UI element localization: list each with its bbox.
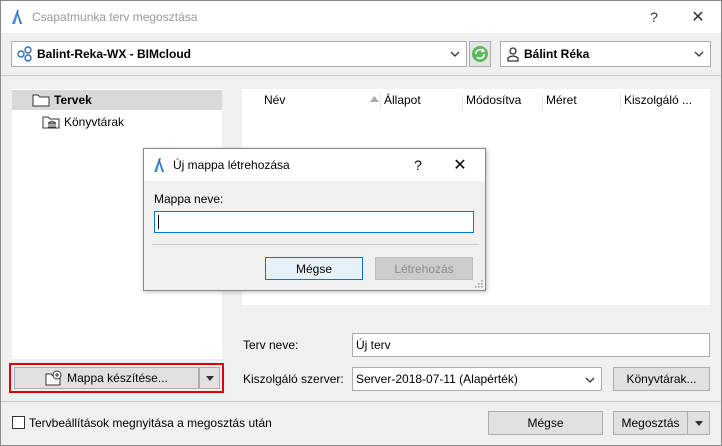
server-combo[interactable]: Balint-Reka-WX - BIMcloud — [11, 41, 467, 67]
project-name-label: Terv neve: — [243, 338, 299, 352]
chevron-down-icon — [585, 377, 595, 383]
libraries-button[interactable]: Könyvtárak... — [613, 367, 710, 391]
dialog-title: Új mappa létrehozása — [173, 158, 290, 172]
cancel-button[interactable]: Mégse — [488, 411, 603, 435]
column-separator — [620, 93, 621, 109]
folder-name-input[interactable] — [154, 211, 474, 233]
tree-item-label: Könyvtárak — [64, 115, 125, 129]
create-folder-label: Mappa készítése... — [67, 371, 168, 385]
column-separator — [380, 93, 381, 109]
host-server-combo[interactable]: Server-2018-07-11 (Alapérték) — [352, 367, 602, 391]
create-folder-highlight: Mappa készítése... — [9, 363, 224, 393]
column-separator — [462, 93, 463, 109]
chevron-down-icon — [694, 51, 704, 57]
text-cursor — [158, 215, 159, 229]
help-button[interactable]: ? — [633, 4, 675, 30]
folder-icon — [32, 93, 50, 107]
column-header-size[interactable]: Méret — [546, 93, 577, 107]
archicad-icon — [154, 158, 164, 172]
dialog-cancel-button[interactable]: Mégse — [265, 257, 363, 280]
open-settings-label: Tervbeállítások megnyitása a megosztás u… — [29, 416, 272, 430]
dialog-title-bar: Új mappa létrehozása ? ✕ — [144, 149, 485, 181]
chevron-down-icon — [450, 51, 460, 57]
divider — [1, 75, 721, 76]
divider — [1, 401, 721, 402]
library-folder-icon — [42, 115, 60, 129]
open-settings-checkbox[interactable] — [12, 416, 25, 429]
user-combo[interactable]: Bálint Réka — [500, 41, 711, 67]
folder-name-label: Mappa neve: — [154, 192, 224, 206]
user-combo-value: Bálint Réka — [524, 47, 590, 61]
tree-item-projects[interactable]: Tervek — [12, 90, 222, 110]
column-header-server[interactable]: Kiszolgáló ... — [624, 93, 692, 107]
bimcloud-icon — [17, 46, 33, 62]
dialog-help-button[interactable]: ? — [406, 154, 430, 176]
column-separator — [542, 93, 543, 109]
refresh-icon — [472, 46, 488, 62]
project-name-input[interactable]: Új terv — [352, 333, 710, 357]
create-folder-dropdown[interactable] — [199, 367, 220, 389]
host-server-label: Kiszolgáló szerver: — [243, 372, 344, 386]
title-bar: Csapatmunka terv megosztása ? ✕ — [1, 1, 721, 33]
sort-ascending-icon — [370, 96, 379, 102]
share-button[interactable]: Megosztás — [613, 411, 687, 435]
tree-item-libraries[interactable]: Könyvtárak — [12, 112, 222, 132]
refresh-button[interactable] — [469, 41, 491, 67]
resize-grip-icon[interactable] — [475, 280, 483, 288]
dialog-close-button[interactable]: ✕ — [448, 154, 472, 176]
archicad-icon — [12, 10, 22, 24]
column-header-modified[interactable]: Módosítva — [466, 93, 521, 107]
new-folder-icon — [45, 370, 63, 386]
dialog-create-button[interactable]: Létrehozás — [375, 257, 473, 280]
new-folder-dialog: Új mappa létrehozása ? ✕ Mappa neve: Még… — [143, 148, 486, 291]
user-icon — [506, 46, 520, 62]
window-title: Csapatmunka terv megosztása — [32, 10, 198, 24]
triangle-down-icon — [205, 375, 214, 381]
column-header-name[interactable]: Név — [264, 93, 285, 107]
column-header-status[interactable]: Állapot — [384, 93, 421, 107]
dialog-divider — [152, 244, 479, 245]
host-server-value: Server-2018-07-11 (Alapérték) — [356, 372, 518, 386]
share-dropdown[interactable] — [687, 411, 710, 435]
tree-item-label: Tervek — [54, 93, 92, 107]
close-button[interactable]: ✕ — [677, 4, 719, 30]
create-folder-button[interactable]: Mappa készítése... — [14, 367, 199, 389]
triangle-down-icon — [694, 420, 703, 426]
server-combo-value: Balint-Reka-WX - BIMcloud — [37, 47, 192, 61]
